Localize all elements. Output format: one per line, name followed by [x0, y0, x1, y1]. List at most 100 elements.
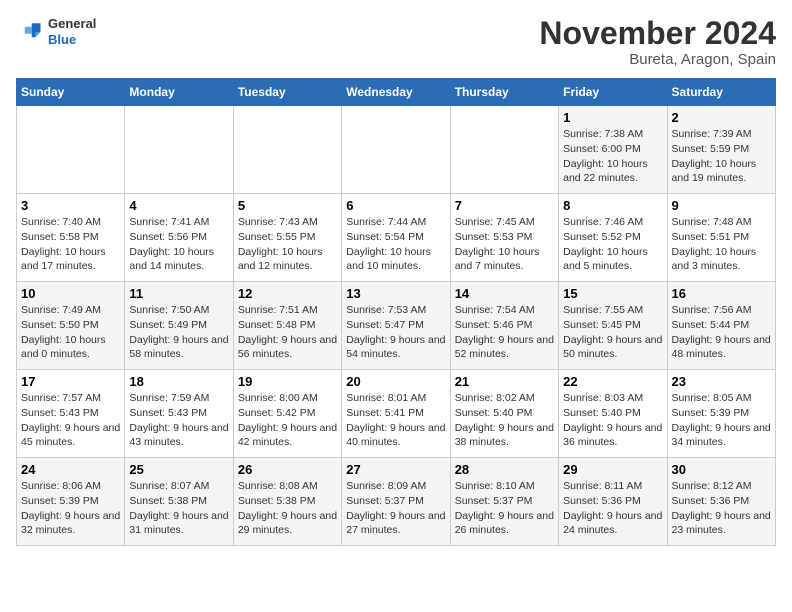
weekday-header-friday: Friday [559, 79, 667, 106]
calendar-cell: 8 Sunrise: 7:46 AMSunset: 5:52 PMDaylight… [559, 194, 667, 282]
calendar-cell: 5 Sunrise: 7:43 AMSunset: 5:55 PMDaylight… [233, 194, 341, 282]
day-number: 22 [563, 374, 662, 389]
calendar-week-3: 10 Sunrise: 7:49 AMSunset: 5:50 PMDayligh… [17, 282, 776, 370]
weekday-header-monday: Monday [125, 79, 233, 106]
day-info: Sunrise: 7:56 AMSunset: 5:44 PMDaylight:… [672, 303, 771, 362]
calendar-cell: 23Sunrise: 8:05 AMSunset: 5:39 PMDayligh… [667, 370, 775, 458]
day-info: Sunrise: 7:57 AMSunset: 5:43 PMDaylight:… [21, 391, 120, 450]
day-number: 6 [346, 198, 445, 213]
weekday-header-sunday: Sunday [17, 79, 125, 106]
day-info: Sunrise: 8:01 AMSunset: 5:41 PMDaylight:… [346, 391, 445, 450]
calendar-cell: 24 Sunrise: 8:06 AMSunset: 5:39 PMDayligh… [17, 458, 125, 546]
calendar-cell: 19Sunrise: 8:00 AMSunset: 5:42 PMDayligh… [233, 370, 341, 458]
day-info: Sunrise: 8:06 AMSunset: 5:39 PMDaylight:… [21, 479, 120, 538]
day-number: 24 [21, 462, 120, 477]
day-number: 14 [455, 286, 554, 301]
calendar-cell [125, 106, 233, 194]
day-info: Sunrise: 7:51 AMSunset: 5:48 PMDaylight:… [238, 303, 337, 362]
day-number: 26 [238, 462, 337, 477]
calendar-cell: 10 Sunrise: 7:49 AMSunset: 5:50 PMDayligh… [17, 282, 125, 370]
calendar-cell: 28 Sunrise: 8:10 AMSunset: 5:37 PMDayligh… [450, 458, 558, 546]
logo-icon [16, 18, 44, 46]
day-number: 2 [672, 110, 771, 125]
calendar-cell: 21 Sunrise: 8:02 AMSunset: 5:40 PMDayligh… [450, 370, 558, 458]
calendar-cell [17, 106, 125, 194]
day-info: Sunrise: 7:41 AMSunset: 5:56 PMDaylight:… [129, 215, 228, 274]
day-info: Sunrise: 7:45 AMSunset: 5:53 PMDaylight:… [455, 215, 554, 274]
weekday-header-wednesday: Wednesday [342, 79, 450, 106]
calendar: SundayMondayTuesdayWednesdayThursdayFrid… [16, 78, 776, 546]
day-info: Sunrise: 8:10 AMSunset: 5:37 PMDaylight:… [455, 479, 554, 538]
weekday-header-row: SundayMondayTuesdayWednesdayThursdayFrid… [17, 79, 776, 106]
day-info: Sunrise: 7:54 AMSunset: 5:46 PMDaylight:… [455, 303, 554, 362]
day-number: 25 [129, 462, 228, 477]
day-number: 27 [346, 462, 445, 477]
calendar-cell: 17 Sunrise: 7:57 AMSunset: 5:43 PMDayligh… [17, 370, 125, 458]
day-info: Sunrise: 7:40 AMSunset: 5:58 PMDaylight:… [21, 215, 120, 274]
day-number: 17 [21, 374, 120, 389]
day-number: 9 [672, 198, 771, 213]
day-info: Sunrise: 8:11 AMSunset: 5:36 PMDaylight:… [563, 479, 662, 538]
day-number: 4 [129, 198, 228, 213]
calendar-cell [342, 106, 450, 194]
calendar-cell: 29 Sunrise: 8:11 AMSunset: 5:36 PMDayligh… [559, 458, 667, 546]
day-number: 12 [238, 286, 337, 301]
day-number: 5 [238, 198, 337, 213]
location: Bureta, Aragon, Spain [539, 51, 776, 68]
day-info: Sunrise: 7:46 AMSunset: 5:52 PMDaylight:… [563, 215, 662, 274]
calendar-cell: 16Sunrise: 7:56 AMSunset: 5:44 PMDayligh… [667, 282, 775, 370]
day-number: 10 [21, 286, 120, 301]
day-number: 8 [563, 198, 662, 213]
weekday-header-tuesday: Tuesday [233, 79, 341, 106]
calendar-cell: 18Sunrise: 7:59 AMSunset: 5:43 PMDayligh… [125, 370, 233, 458]
day-info: Sunrise: 7:53 AMSunset: 5:47 PMDaylight:… [346, 303, 445, 362]
calendar-cell: 6Sunrise: 7:44 AMSunset: 5:54 PMDaylight… [342, 194, 450, 282]
day-info: Sunrise: 7:55 AMSunset: 5:45 PMDaylight:… [563, 303, 662, 362]
calendar-cell: 13 Sunrise: 7:53 AMSunset: 5:47 PMDayligh… [342, 282, 450, 370]
calendar-week-1: 1Sunrise: 7:38 AMSunset: 6:00 PMDaylight… [17, 106, 776, 194]
weekday-header-saturday: Saturday [667, 79, 775, 106]
calendar-cell: 22 Sunrise: 8:03 AMSunset: 5:40 PMDayligh… [559, 370, 667, 458]
day-number: 30 [672, 462, 771, 477]
month-title: November 2024 [539, 16, 776, 51]
day-number: 21 [455, 374, 554, 389]
day-info: Sunrise: 8:07 AMSunset: 5:38 PMDaylight:… [129, 479, 228, 538]
day-number: 23 [672, 374, 771, 389]
day-info: Sunrise: 8:12 AMSunset: 5:36 PMDaylight:… [672, 479, 771, 538]
day-info: Sunrise: 7:39 AMSunset: 5:59 PMDaylight:… [672, 127, 771, 186]
logo: General Blue [16, 16, 96, 47]
day-info: Sunrise: 7:49 AMSunset: 5:50 PMDaylight:… [21, 303, 120, 362]
day-number: 29 [563, 462, 662, 477]
day-number: 13 [346, 286, 445, 301]
day-info: Sunrise: 7:43 AMSunset: 5:55 PMDaylight:… [238, 215, 337, 274]
day-info: Sunrise: 7:59 AMSunset: 5:43 PMDaylight:… [129, 391, 228, 450]
header: General Blue November 2024 Bureta, Arago… [16, 16, 776, 68]
calendar-cell: 26 Sunrise: 8:08 AMSunset: 5:38 PMDayligh… [233, 458, 341, 546]
day-number: 11 [129, 286, 228, 301]
day-number: 28 [455, 462, 554, 477]
calendar-cell: 9 Sunrise: 7:48 AMSunset: 5:51 PMDaylight… [667, 194, 775, 282]
day-number: 15 [563, 286, 662, 301]
calendar-cell: 20Sunrise: 8:01 AMSunset: 5:41 PMDayligh… [342, 370, 450, 458]
logo-text: General Blue [48, 16, 96, 47]
day-info: Sunrise: 7:50 AMSunset: 5:49 PMDaylight:… [129, 303, 228, 362]
day-number: 19 [238, 374, 337, 389]
logo-blue-text: Blue [48, 32, 96, 48]
calendar-week-2: 3 Sunrise: 7:40 AMSunset: 5:58 PMDaylight… [17, 194, 776, 282]
day-number: 3 [21, 198, 120, 213]
calendar-cell: 3 Sunrise: 7:40 AMSunset: 5:58 PMDaylight… [17, 194, 125, 282]
day-info: Sunrise: 8:03 AMSunset: 5:40 PMDaylight:… [563, 391, 662, 450]
calendar-cell: 25 Sunrise: 8:07 AMSunset: 5:38 PMDayligh… [125, 458, 233, 546]
day-number: 7 [455, 198, 554, 213]
day-info: Sunrise: 8:02 AMSunset: 5:40 PMDaylight:… [455, 391, 554, 450]
title-area: November 2024 Bureta, Aragon, Spain [539, 16, 776, 68]
calendar-cell: 4 Sunrise: 7:41 AMSunset: 5:56 PMDaylight… [125, 194, 233, 282]
day-info: Sunrise: 7:48 AMSunset: 5:51 PMDaylight:… [672, 215, 771, 274]
calendar-cell: 2 Sunrise: 7:39 AMSunset: 5:59 PMDaylight… [667, 106, 775, 194]
calendar-cell: 1Sunrise: 7:38 AMSunset: 6:00 PMDaylight… [559, 106, 667, 194]
day-info: Sunrise: 8:08 AMSunset: 5:38 PMDaylight:… [238, 479, 337, 538]
calendar-cell: 27Sunrise: 8:09 AMSunset: 5:37 PMDayligh… [342, 458, 450, 546]
calendar-week-5: 24 Sunrise: 8:06 AMSunset: 5:39 PMDayligh… [17, 458, 776, 546]
day-number: 1 [563, 110, 662, 125]
calendar-cell: 14 Sunrise: 7:54 AMSunset: 5:46 PMDayligh… [450, 282, 558, 370]
